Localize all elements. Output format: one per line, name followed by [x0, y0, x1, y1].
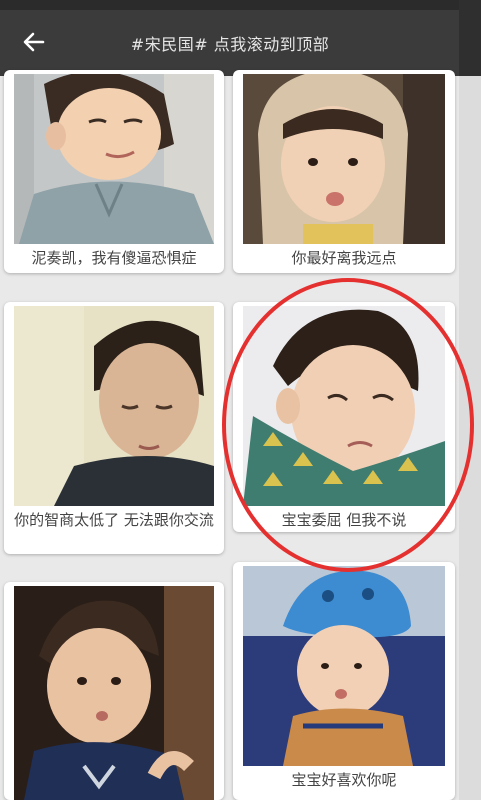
- status-strip: [0, 0, 481, 10]
- sticker-caption: 宝宝委屈 但我不说: [281, 511, 407, 529]
- sticker-caption: 你的智商太低了 无法跟你交流: [14, 511, 214, 529]
- sticker-image: [243, 74, 445, 244]
- sticker-card[interactable]: [4, 582, 224, 800]
- sticker-caption: 你最好离我远点: [291, 249, 397, 267]
- top-bar-shade: [459, 0, 481, 76]
- page-title[interactable]: #宋民国# 点我滚动到顶部: [0, 31, 460, 55]
- sticker-card[interactable]: 宝宝委屈 但我不说: [233, 302, 455, 532]
- top-bar: #宋民国# 点我滚动到顶部: [0, 0, 481, 76]
- sticker-caption: 泥奏凯，我有傻逼恐惧症: [31, 249, 197, 267]
- sticker-image: [14, 74, 214, 244]
- sticker-image: [243, 306, 445, 506]
- sticker-image: [243, 566, 445, 766]
- sticker-card[interactable]: 你最好离我远点: [233, 70, 455, 273]
- scroll-track: [459, 76, 481, 800]
- sticker-caption: 宝宝好喜欢你呢: [291, 771, 397, 789]
- sticker-image: [14, 586, 214, 800]
- sticker-image: [14, 306, 214, 506]
- sticker-card[interactable]: 泥奏凯，我有傻逼恐惧症: [4, 70, 224, 273]
- sticker-card[interactable]: 宝宝好喜欢你呢: [233, 562, 455, 800]
- sticker-card[interactable]: 你的智商太低了 无法跟你交流: [4, 302, 224, 554]
